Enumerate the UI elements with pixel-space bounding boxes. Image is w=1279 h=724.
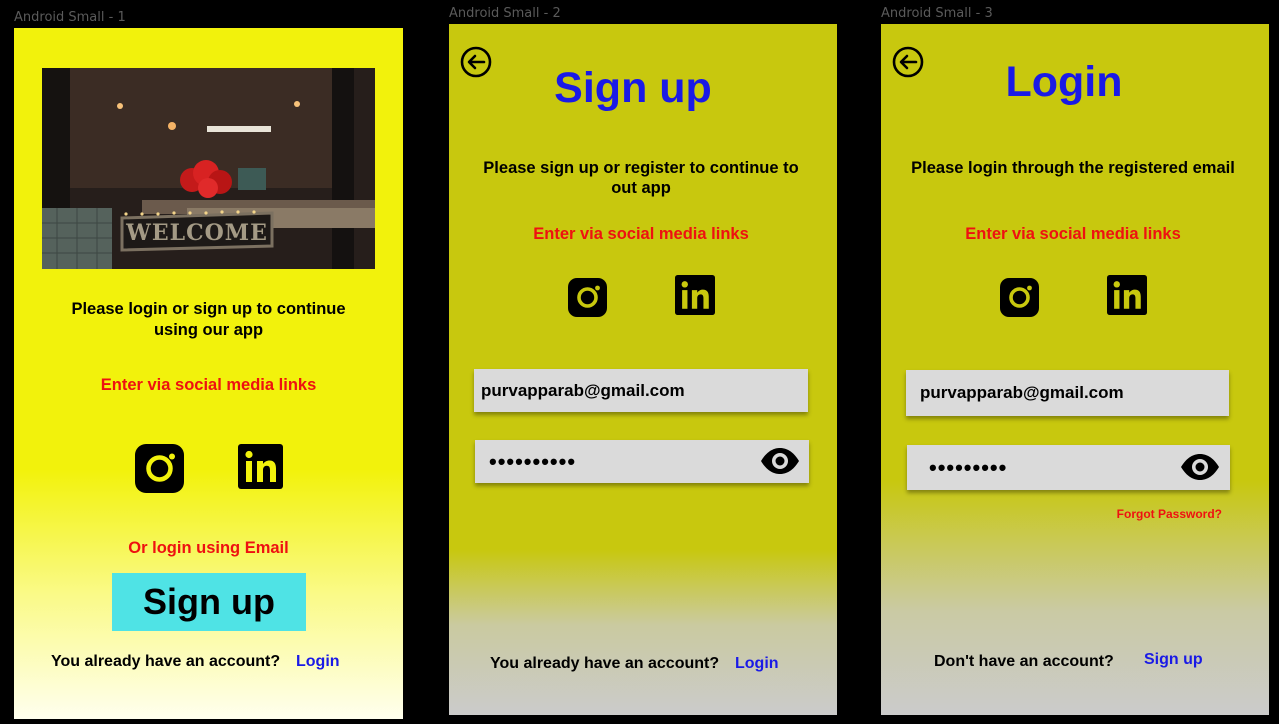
frame-label-2: Android Small - 2 bbox=[449, 6, 561, 21]
back-arrow-icon bbox=[460, 46, 492, 78]
password-field[interactable]: ••••••••• bbox=[907, 445, 1230, 490]
instagram-button[interactable] bbox=[568, 278, 607, 317]
frame-label-3: Android Small - 3 bbox=[881, 6, 993, 21]
page-title: Login bbox=[1005, 58, 1123, 106]
instagram-icon bbox=[135, 444, 184, 493]
signup-link[interactable]: Sign up bbox=[1144, 651, 1203, 669]
linkedin-icon bbox=[675, 275, 715, 315]
instagram-icon bbox=[568, 278, 607, 317]
account-question: You already have an account? bbox=[51, 653, 281, 670]
show-password-toggle[interactable] bbox=[1179, 453, 1221, 481]
android-frame-login: Login Please login through the registere… bbox=[881, 24, 1269, 715]
email-field[interactable]: purvapparab@gmail.com bbox=[906, 370, 1229, 416]
linkedin-button[interactable] bbox=[1107, 275, 1147, 315]
social-prompt: Enter via social media links bbox=[533, 225, 749, 243]
linkedin-icon bbox=[238, 444, 283, 489]
signup-button[interactable]: Sign up bbox=[112, 573, 306, 631]
email-value: purvapparab@gmail.com bbox=[481, 380, 685, 400]
instagram-button[interactable] bbox=[135, 444, 184, 493]
android-frame-welcome: WELCOME Please login or sign up to conti… bbox=[14, 28, 403, 719]
frame-label-1: Android Small - 1 bbox=[14, 10, 126, 25]
email-field[interactable]: purvapparab@gmail.com bbox=[474, 369, 808, 412]
linkedin-icon bbox=[1107, 275, 1147, 315]
forgot-password-link[interactable]: Forgot Password? bbox=[1117, 507, 1222, 521]
welcome-sign-text: WELCOME bbox=[125, 220, 268, 246]
social-prompt: Enter via social media links bbox=[100, 376, 317, 394]
instagram-icon bbox=[1000, 278, 1039, 317]
email-login-prompt: Or login using Email bbox=[128, 539, 289, 557]
back-button[interactable] bbox=[460, 46, 492, 78]
eye-icon bbox=[761, 448, 799, 474]
welcome-photo-illustration: WELCOME bbox=[42, 68, 375, 269]
password-field[interactable]: •••••••••• bbox=[475, 440, 809, 483]
instagram-button[interactable] bbox=[1000, 278, 1039, 317]
login-link[interactable]: Login bbox=[735, 655, 779, 673]
back-button[interactable] bbox=[892, 46, 924, 78]
tagline: Please login or sign up to continue usin… bbox=[71, 300, 346, 339]
password-value: •••••••••• bbox=[489, 448, 577, 474]
back-arrow-icon bbox=[892, 46, 924, 78]
welcome-photo: WELCOME bbox=[42, 68, 375, 269]
email-value: purvapparab@gmail.com bbox=[920, 383, 1124, 402]
page-title: Sign up bbox=[554, 64, 712, 112]
social-prompt: Enter via social media links bbox=[965, 225, 1181, 243]
android-frame-signup: Sign up Please sign up or register to co… bbox=[449, 24, 837, 715]
tagline: Please login through the registered emai… bbox=[911, 159, 1235, 177]
linkedin-button[interactable] bbox=[675, 275, 715, 315]
eye-icon bbox=[1181, 454, 1219, 480]
account-question: You already have an account? bbox=[490, 655, 720, 672]
show-password-toggle[interactable] bbox=[759, 447, 801, 475]
tagline: Please sign up or register to continue t… bbox=[483, 159, 799, 197]
account-question: Don't have an account? bbox=[934, 653, 1114, 670]
login-link[interactable]: Login bbox=[296, 653, 340, 671]
password-value: ••••••••• bbox=[929, 454, 1008, 480]
linkedin-button[interactable] bbox=[238, 444, 283, 489]
